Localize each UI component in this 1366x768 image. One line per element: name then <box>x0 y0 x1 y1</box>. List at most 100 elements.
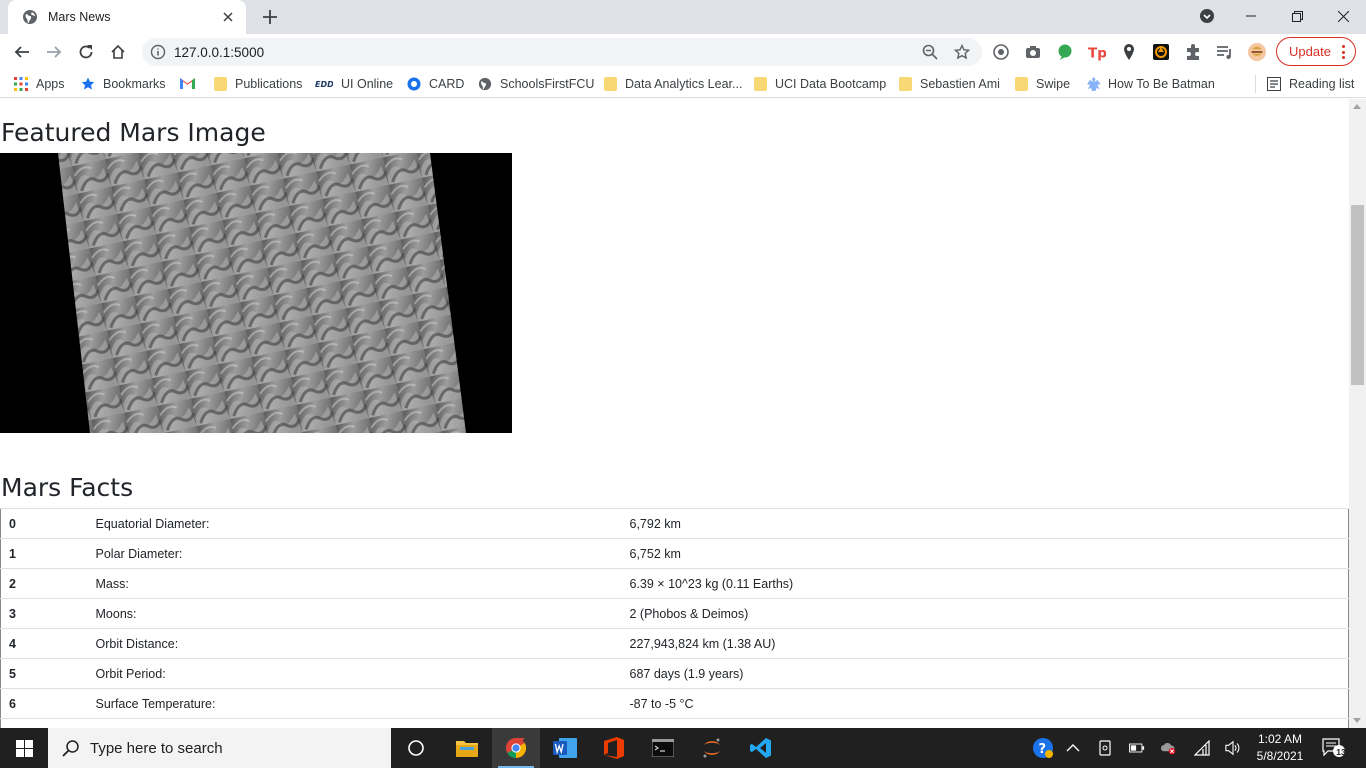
windows-taskbar: Type here to search ? 1:02 AM 5/8/2021 1… <box>0 728 1366 768</box>
volume-icon[interactable] <box>1225 740 1241 756</box>
search-icon <box>62 739 80 757</box>
scroll-down-arrow-icon[interactable] <box>1353 718 1361 723</box>
page-scrollbar[interactable] <box>1349 99 1366 728</box>
start-button[interactable] <box>0 728 48 768</box>
tp-extension-icon[interactable]: Tp <box>1088 43 1106 61</box>
clock-date: 5/8/2021 <box>1256 749 1304 763</box>
battery-icon[interactable] <box>1129 740 1145 756</box>
bookmark-label: UCI Data Bootcamp <box>775 77 887 91</box>
fact-value: 227,943,824 km (1.38 AU) <box>621 628 1349 659</box>
more-menu-icon[interactable] <box>1342 45 1345 59</box>
green-extension-icon[interactable] <box>1056 43 1074 61</box>
bookmark-card[interactable]: CARD <box>407 76 464 92</box>
restore-button[interactable] <box>1274 0 1320 32</box>
bookmark-label: Swipe <box>1036 77 1071 91</box>
folder-icon <box>754 77 767 91</box>
home-button[interactable] <box>104 38 132 66</box>
task-view-button[interactable] <box>392 728 440 768</box>
tab-title: Mars News <box>48 10 111 24</box>
mars-facts-heading: Mars Facts <box>1 473 134 502</box>
chrome-taskbar-icon[interactable] <box>492 728 540 768</box>
new-tab-button[interactable] <box>258 6 282 28</box>
taskbar-search-box[interactable]: Type here to search <box>48 728 391 768</box>
fact-value: 6,792 km <box>621 508 1349 539</box>
bookmark-sebastien-ami[interactable]: Sebastien Ami <box>899 76 1000 92</box>
folder-icon <box>899 77 912 91</box>
forward-button[interactable] <box>40 38 68 66</box>
globe-icon <box>478 77 492 91</box>
reload-button[interactable] <box>72 38 100 66</box>
bookmark-swipe[interactable]: Swipe <box>1015 76 1070 92</box>
scroll-thumb[interactable] <box>1351 205 1364 385</box>
vscode-icon[interactable] <box>737 728 785 768</box>
tab-search-icon[interactable] <box>1184 0 1230 32</box>
zoom-icon[interactable] <box>922 44 938 60</box>
table-row <box>0 718 1349 728</box>
address-bar[interactable]: 127.0.0.1:5000 <box>142 38 982 66</box>
edd-icon: EDD <box>315 77 334 91</box>
fact-label: Surface Temperature: <box>87 688 622 719</box>
table-row: 0 Equatorial Diameter: 6,792 km <box>0 508 1349 539</box>
bookmark-reading-list[interactable]: Reading list <box>1267 76 1354 92</box>
row-index: 4 <box>0 628 88 659</box>
star-icon <box>81 77 95 91</box>
fact-label: Equatorial Diameter: <box>87 508 622 539</box>
extensions-puzzle-icon[interactable] <box>1184 43 1202 61</box>
bookmark-label: UI Online <box>341 77 394 91</box>
camera-icon[interactable] <box>1024 43 1042 61</box>
profile-avatar-icon[interactable] <box>1248 43 1266 61</box>
update-button[interactable]: Update <box>1276 37 1356 66</box>
bookmark-schoolsfirstfcu[interactable]: SchoolsFirstFCU <box>478 76 594 92</box>
map-pin-icon[interactable] <box>1120 43 1138 61</box>
update-label: Update <box>1289 44 1331 59</box>
row-index: 6 <box>0 688 88 719</box>
scroll-up-arrow-icon[interactable] <box>1353 104 1361 109</box>
batman-icon <box>1086 77 1101 91</box>
row-index: 0 <box>0 508 88 539</box>
device-icon[interactable] <box>1097 740 1113 756</box>
minimize-button[interactable] <box>1228 0 1274 32</box>
office-icon[interactable] <box>590 728 638 768</box>
close-tab-icon[interactable] <box>220 9 236 25</box>
chevron-up-icon[interactable] <box>1065 740 1081 756</box>
close-window-button[interactable] <box>1320 0 1366 32</box>
bookmark-uci-data-bootcamp[interactable]: UCI Data Bootcamp <box>754 76 886 92</box>
bookmark-star-icon[interactable] <box>954 44 970 60</box>
search-placeholder: Type here to search <box>90 739 223 757</box>
tab-mars-news[interactable]: Mars News <box>8 0 246 34</box>
jupyter-icon[interactable] <box>688 728 736 768</box>
fact-value: 6,752 km <box>621 538 1349 569</box>
media-queue-icon[interactable] <box>1216 43 1234 61</box>
bookmark-apps[interactable]: Apps <box>14 76 65 92</box>
clock-time: 1:02 AM <box>1257 732 1303 746</box>
table-row: 2 Mass: 6.39 × 10^23 kg (0.11 Earths) <box>0 568 1349 599</box>
fact-label: Polar Diameter: <box>87 538 622 569</box>
onedrive-error-icon[interactable] <box>1160 740 1176 756</box>
bookmarks-bar: Apps Bookmarks Publications EDD UI Onlin… <box>0 70 1366 98</box>
taskbar-clock[interactable]: 1:02 AM 5/8/2021 <box>1255 731 1305 765</box>
fact-value: 6.39 × 10^23 kg (0.11 Earths) <box>621 568 1349 599</box>
bookmark-publications[interactable]: Publications <box>214 76 302 92</box>
bookmark-gmail[interactable] <box>180 76 202 92</box>
terminal-icon[interactable] <box>639 728 687 768</box>
bookmark-data-analytics[interactable]: Data Analytics Lear... <box>604 76 742 92</box>
browser-toolbar: 127.0.0.1:5000 Tp Update <box>0 34 1366 70</box>
extension-circle-icon[interactable] <box>992 43 1010 61</box>
help-icon[interactable]: ? <box>1032 737 1054 759</box>
row-index: 5 <box>0 658 88 689</box>
orange-extension-icon[interactable] <box>1152 43 1170 61</box>
url-text[interactable]: 127.0.0.1:5000 <box>174 45 264 60</box>
bookmark-bookmarks[interactable]: Bookmarks <box>81 76 166 92</box>
word-icon[interactable] <box>541 728 589 768</box>
bookmark-label: Publications <box>235 77 303 91</box>
mars-facts-table: 0 Equatorial Diameter: 6,792 km 1 Polar … <box>0 508 1349 728</box>
bookmark-how-to-be-batman[interactable]: How To Be Batman <box>1086 76 1215 92</box>
bookmark-label: Bookmarks <box>103 77 166 91</box>
info-icon[interactable] <box>150 44 166 60</box>
bookmark-ui-online[interactable]: EDD UI Online <box>315 76 393 92</box>
back-button[interactable] <box>8 38 36 66</box>
folder-icon <box>214 77 227 91</box>
notification-count: 13 <box>1336 747 1346 757</box>
wifi-icon[interactable] <box>1194 740 1210 756</box>
file-explorer-icon[interactable] <box>443 728 491 768</box>
